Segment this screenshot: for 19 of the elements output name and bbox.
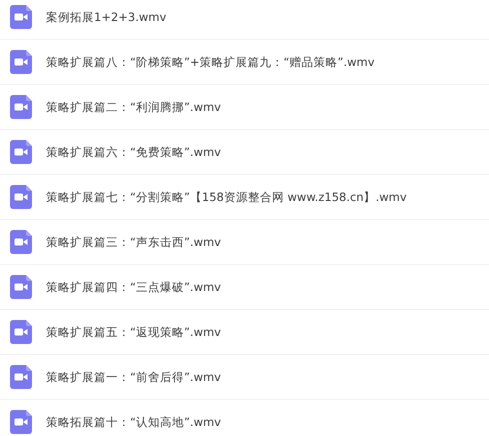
video-file-icon	[10, 95, 32, 119]
file-name[interactable]: 策略扩展篇六：“免费策略”.wmv	[46, 144, 221, 160]
file-name[interactable]: 策略扩展篇八：“阶梯策略”+策略扩展篇九：“赠品策略”.wmv	[46, 54, 375, 70]
video-file-icon	[10, 5, 32, 29]
file-name[interactable]: 案例拓展1+2+3.wmv	[46, 10, 166, 24]
video-file-icon	[10, 185, 32, 209]
video-file-icon	[10, 140, 32, 164]
file-name[interactable]: 策略扩展篇四：“三点爆破”.wmv	[46, 280, 221, 294]
video-file-icon	[10, 50, 32, 74]
video-file-icon	[10, 365, 32, 389]
file-name[interactable]: 策略扩展篇七：“分割策略”【158资源整合网 www.z158.cn】.wmv	[46, 190, 407, 204]
video-file-icon	[10, 320, 32, 344]
video-file-icon	[10, 275, 32, 299]
file-name[interactable]: 策略拓展篇十：“认知高地”.wmv	[46, 414, 221, 430]
file-name[interactable]: 策略扩展篇三：“声东击西”.wmv	[46, 234, 221, 250]
file-name[interactable]: 策略扩展篇一：“前舍后得”.wmv	[46, 370, 221, 384]
file-name[interactable]: 策略扩展篇二：“利润腾挪”.wmv	[46, 100, 221, 114]
video-file-icon	[10, 230, 32, 254]
file-name[interactable]: 策略扩展篇五：“返现策略”.wmv	[46, 324, 221, 340]
